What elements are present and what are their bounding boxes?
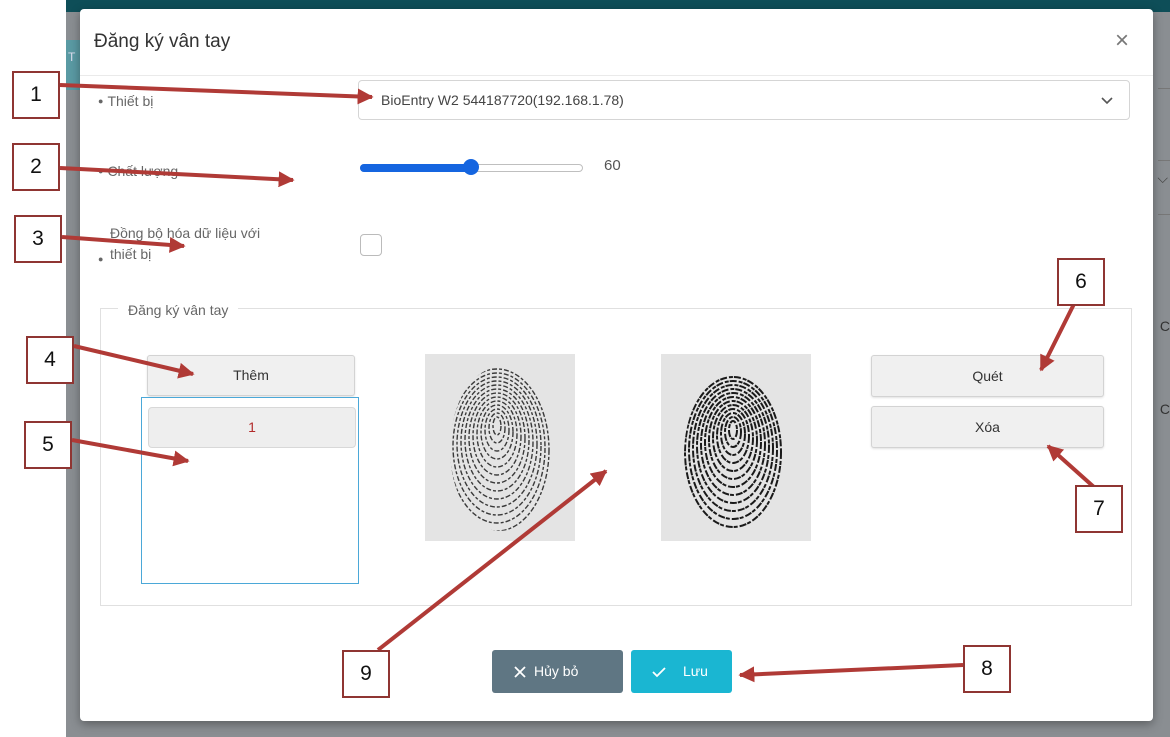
quality-value: 60: [604, 157, 621, 174]
background-text: C: [1159, 318, 1170, 334]
callout-3: 3: [14, 215, 62, 263]
quality-label: ● Chất lượng: [98, 163, 178, 179]
bullet-icon: ●: [98, 96, 104, 106]
callout-1: 1: [12, 71, 60, 119]
background-divider: [1158, 160, 1170, 161]
callout-2: 2: [12, 143, 60, 191]
callout-6: 6: [1057, 258, 1105, 306]
cancel-button-label: Hủy bỏ: [534, 663, 579, 679]
sync-label-line1: Đồng bộ hóa dữ liệu với: [110, 225, 261, 241]
bullet-icon: ●: [98, 166, 104, 176]
fingerprint-icon: [450, 368, 550, 531]
delete-button[interactable]: Xóa: [871, 406, 1104, 448]
background-tab-letter: T: [68, 50, 76, 64]
bullet-icon: ●: [98, 254, 104, 264]
background-divider: [1158, 88, 1170, 89]
quality-slider[interactable]: [360, 159, 583, 175]
header-divider: [80, 75, 1153, 76]
quality-label-text: Chất lượng: [107, 163, 179, 179]
cancel-button[interactable]: Hủy bỏ: [492, 650, 623, 693]
close-icon[interactable]: ×: [1115, 29, 1129, 53]
scan-button[interactable]: Quét: [871, 355, 1104, 397]
callout-4: 4: [26, 336, 74, 384]
sync-label: Đồng bộ hóa dữ liệu với ● thiết bị: [98, 223, 333, 265]
device-label: ● Thiết bị: [98, 93, 153, 109]
callout-7: 7: [1075, 485, 1123, 533]
device-select-value: BioEntry W2 544187720(192.168.1.78): [381, 92, 624, 108]
list-item[interactable]: 1: [148, 407, 356, 448]
save-button[interactable]: Lưu: [631, 650, 732, 693]
sync-label-line2: thiết bị: [110, 246, 152, 262]
device-select[interactable]: BioEntry W2 544187720(192.168.1.78): [358, 80, 1130, 120]
fingerprint-icon: [684, 376, 782, 528]
fingerprint-list[interactable]: 1: [141, 397, 359, 584]
chevron-down-icon: [1101, 97, 1113, 105]
callout-8: 8: [963, 645, 1011, 693]
background-chevron-icon: ⌵: [1157, 170, 1168, 186]
add-button[interactable]: Thêm: [147, 355, 355, 396]
callout-9: 9: [342, 650, 390, 698]
slider-fill: [360, 164, 471, 172]
background-text: C: [1159, 401, 1170, 417]
background-tab: T: [66, 40, 80, 90]
background-divider: [1158, 214, 1170, 215]
callout-5: 5: [24, 421, 72, 469]
sync-checkbox[interactable]: [360, 234, 382, 256]
fingerprint-registration-dialog: Đăng ký vân tay × ● Thiết bị BioEntry W2 …: [80, 9, 1153, 721]
dialog-title: Đăng ký vân tay: [94, 31, 231, 52]
save-button-label: Lưu: [683, 663, 708, 679]
device-label-text: Thiết bị: [107, 93, 154, 109]
close-icon: [514, 666, 526, 678]
fingerprint-image-1: [425, 354, 575, 541]
check-icon: [652, 667, 666, 678]
slider-thumb[interactable]: [463, 159, 479, 175]
fingerprint-image-2: [661, 354, 811, 541]
fieldset-legend: Đăng ký vân tay: [118, 302, 239, 318]
